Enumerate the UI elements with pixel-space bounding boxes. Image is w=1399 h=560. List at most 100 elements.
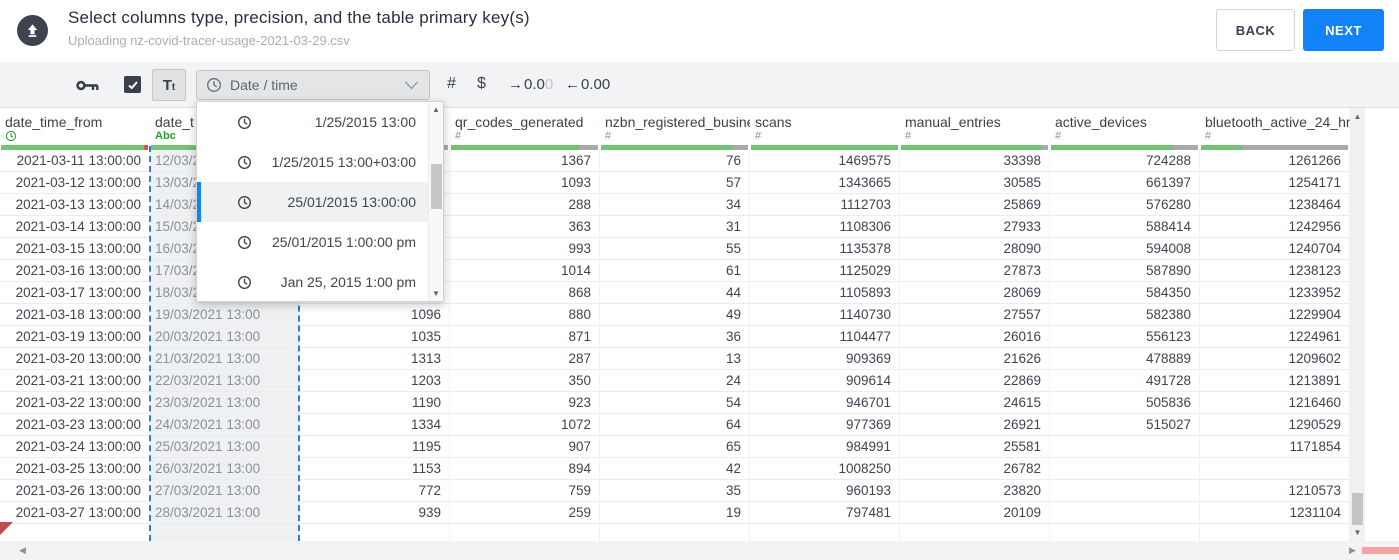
table-cell: 556123 <box>1050 326 1200 348</box>
scroll-left-arrow[interactable]: ◀ <box>19 546 26 555</box>
column-header[interactable]: date_time_from <box>0 108 150 130</box>
scroll-up-arrow[interactable]: ▲ <box>1350 112 1365 121</box>
table-cell: 31 <box>600 216 750 238</box>
table-cell: 1334 <box>300 414 450 436</box>
app-root: Select columns type, precision, and the … <box>0 0 1399 560</box>
page-subtitle: Uploading nz-covid-tracer-usage-2021-03-… <box>68 33 350 48</box>
clock-icon <box>207 78 221 92</box>
table-cell: 1112703 <box>750 194 900 216</box>
table-cell: 909614 <box>750 370 900 392</box>
table-cell: 2021-03-25 13:00:00 <box>0 458 150 480</box>
table-cell: 35 <box>600 480 750 502</box>
column-type-label: # <box>455 130 462 142</box>
table-cell: 19 <box>600 502 750 524</box>
table-cell: 1209602 <box>1200 348 1350 370</box>
number-type-button[interactable]: # <box>447 75 456 93</box>
column-header[interactable]: bluetooth_active_24_hr_ <box>1200 108 1350 130</box>
format-option-label: 1/25/2015 13:00+03:00 <box>271 154 416 170</box>
table-cell: 1014 <box>450 260 600 282</box>
dropdown-scroll-down-arrow[interactable]: ▼ <box>429 289 443 298</box>
table-cell: 28069 <box>900 282 1050 304</box>
table-cell: 259 <box>450 502 600 524</box>
boolean-type-checkbox[interactable] <box>124 76 141 93</box>
quality-bar-segment <box>601 145 733 150</box>
horizontal-scrollbar[interactable]: ◀ ▶ <box>0 541 1399 560</box>
back-button[interactable]: BACK <box>1216 9 1295 51</box>
column-header[interactable]: active_devices <box>1050 108 1200 130</box>
table-cell <box>1050 458 1200 480</box>
table-cell: 1238464 <box>1200 194 1350 216</box>
table-cell: 491728 <box>1050 370 1200 392</box>
table-cell: 1096 <box>300 304 450 326</box>
table-cell: 582380 <box>1050 304 1200 326</box>
table-cell: 1231104 <box>1200 502 1350 524</box>
decimal-right-main: 0.0 <box>524 76 545 93</box>
table-cell: 880 <box>450 304 600 326</box>
table-cell: 2021-03-17 13:00:00 <box>0 282 150 304</box>
clock-icon <box>238 275 251 289</box>
format-option[interactable]: 25/01/2015 1:00:00 pm <box>197 222 428 262</box>
column-header[interactable]: manual_entries <box>900 108 1050 130</box>
currency-type-button[interactable]: $ <box>477 75 486 93</box>
format-option[interactable]: Jan 25, 2015 1:00 pm <box>197 262 428 302</box>
decimal-shift-left-button[interactable]: ←0.00 <box>565 76 610 93</box>
format-option[interactable]: 1/25/2015 13:00+03:00 <box>197 142 428 182</box>
table-cell: 22/03/2021 13:00 <box>150 370 300 392</box>
column-header[interactable]: scans <box>750 108 900 130</box>
column-type-clock-icon <box>0 130 150 142</box>
table-column: date_time_from 2021-03-11 13:00:00 2021-03… <box>0 108 150 545</box>
format-option[interactable]: 1/25/2015 13:00 <box>197 102 428 142</box>
table-cell: 868 <box>450 282 600 304</box>
table-cell: 26921 <box>900 414 1050 436</box>
table-cell: 515027 <box>1050 414 1200 436</box>
table-cell: 25869 <box>900 194 1050 216</box>
column-header[interactable]: qr_codes_generated <box>450 108 600 130</box>
text-type-button[interactable]: Tt <box>152 69 186 101</box>
table-cell: 42 <box>600 458 750 480</box>
column-type-label: # <box>755 130 762 142</box>
table-cell: 65 <box>600 436 750 458</box>
table-cell: 1290529 <box>1200 414 1350 436</box>
column-type-label: # <box>605 130 612 142</box>
table-cell: 1108306 <box>750 216 900 238</box>
vertical-scroll-thumb[interactable] <box>1352 493 1363 525</box>
table-cell: 1140730 <box>750 304 900 326</box>
table-cell: 984991 <box>750 436 900 458</box>
table-cell: 2021-03-15 13:00:00 <box>0 238 150 260</box>
table-cell: 797481 <box>750 502 900 524</box>
table-cell: 977369 <box>750 414 900 436</box>
table-cell: 993 <box>450 238 600 260</box>
dropdown-scrollbar[interactable]: ▲ ▼ <box>428 102 443 301</box>
table-cell: 587890 <box>1050 260 1200 282</box>
next-button[interactable]: NEXT <box>1303 9 1384 51</box>
table-cell: 22869 <box>900 370 1050 392</box>
scroll-down-arrow[interactable]: ▼ <box>1350 528 1365 537</box>
dropdown-scroll-thumb[interactable] <box>431 164 442 209</box>
dropdown-scroll-up-arrow[interactable]: ▲ <box>429 105 443 114</box>
column-type-select[interactable]: Date / time <box>196 70 430 100</box>
table-cell: 44 <box>600 282 750 304</box>
table-column: manual_entries #33398 30585 25869 27933 28090… <box>900 108 1050 545</box>
primary-key-icon[interactable] <box>76 79 100 97</box>
table-cell: 1469575 <box>750 150 900 172</box>
decimal-shift-right-button[interactable]: →0.00 <box>508 76 553 93</box>
table-cell: 1035 <box>300 326 450 348</box>
quality-bar-segment <box>144 145 148 150</box>
table-cell: 1072 <box>450 414 600 436</box>
column-header[interactable]: nzbn_registered_busine <box>600 108 750 130</box>
format-option[interactable]: 25/01/2015 13:00:00 <box>197 182 428 222</box>
scroll-right-arrow[interactable]: ▶ <box>1349 546 1356 555</box>
vertical-scrollbar[interactable]: ▲ ▼ <box>1350 108 1365 541</box>
table-column: scans #1469575 1343665 1112703 1108306 113537… <box>750 108 900 545</box>
column-type-select-value: Date / time <box>230 77 298 93</box>
table-cell: 2021-03-18 13:00:00 <box>0 304 150 326</box>
table-cell: 26/03/2021 13:00 <box>150 458 300 480</box>
table-cell: 946701 <box>750 392 900 414</box>
table-column: qr_codes_generated #1367 1093 288 363 993 1014… <box>450 108 600 545</box>
table-cell <box>1200 458 1350 480</box>
check-icon <box>127 80 138 89</box>
table-cell: 24/03/2021 13:00 <box>150 414 300 436</box>
quality-bar-segment <box>451 145 579 150</box>
horizontal-scroll-thumb[interactable] <box>1362 547 1399 554</box>
table-cell: 1190 <box>300 392 450 414</box>
